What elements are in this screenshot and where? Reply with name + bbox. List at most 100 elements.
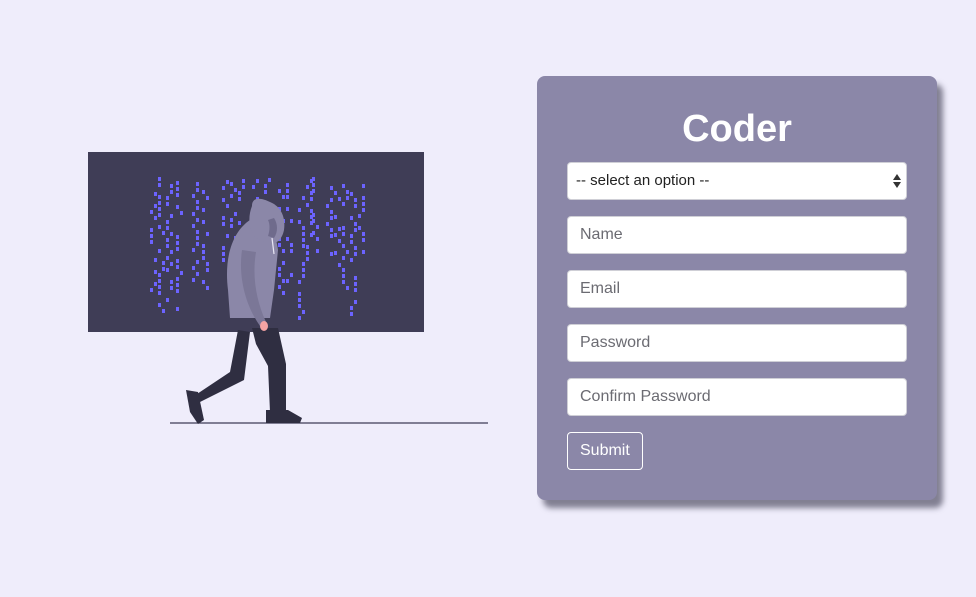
- matrix-glyph: [170, 184, 173, 188]
- matrix-glyph: [158, 195, 161, 199]
- matrix-glyph: [290, 273, 293, 277]
- matrix-glyph: [306, 203, 309, 207]
- matrix-glyph: [316, 237, 319, 241]
- matrix-glyph: [312, 183, 315, 187]
- matrix-glyph: [334, 191, 337, 195]
- matrix-glyph: [170, 250, 173, 254]
- matrix-glyph: [206, 268, 209, 272]
- matrix-glyph: [150, 234, 153, 238]
- name-input[interactable]: [567, 216, 907, 254]
- matrix-glyph: [176, 283, 179, 287]
- matrix-glyph: [192, 212, 195, 216]
- matrix-glyph: [202, 256, 205, 260]
- password-input[interactable]: [567, 324, 907, 362]
- matrix-glyph: [302, 268, 305, 272]
- email-input[interactable]: [567, 270, 907, 308]
- matrix-glyph: [158, 177, 161, 181]
- matrix-glyph: [306, 251, 309, 255]
- matrix-glyph: [338, 197, 341, 201]
- matrix-glyph: [166, 298, 169, 302]
- matrix-glyph: [196, 188, 199, 192]
- matrix-glyph: [196, 206, 199, 210]
- matrix-glyph: [162, 231, 165, 235]
- matrix-glyph: [282, 249, 285, 253]
- matrix-glyph: [176, 289, 179, 293]
- matrix-glyph: [334, 233, 337, 237]
- matrix-glyph: [206, 262, 209, 266]
- matrix-glyph: [202, 208, 205, 212]
- matrix-glyph: [154, 282, 157, 286]
- matrix-glyph: [158, 291, 161, 295]
- matrix-glyph: [268, 178, 271, 182]
- matrix-glyph: [354, 222, 357, 226]
- matrix-glyph: [350, 192, 353, 196]
- matrix-glyph: [176, 247, 179, 251]
- matrix-glyph: [196, 260, 199, 264]
- matrix-glyph: [312, 219, 315, 223]
- matrix-glyph: [282, 291, 285, 295]
- matrix-glyph: [202, 250, 205, 254]
- matrix-glyph: [302, 226, 305, 230]
- matrix-glyph: [238, 197, 241, 201]
- matrix-glyph: [362, 196, 365, 200]
- matrix-glyph: [342, 256, 345, 260]
- matrix-glyph: [342, 244, 345, 248]
- matrix-glyph: [162, 261, 165, 265]
- matrix-glyph: [350, 312, 353, 316]
- matrix-glyph: [312, 213, 315, 217]
- signup-card: Coder -- select an option -- Submit: [537, 76, 937, 500]
- matrix-glyph: [230, 194, 233, 198]
- submit-button[interactable]: Submit: [567, 432, 643, 470]
- matrix-glyph: [298, 304, 301, 308]
- matrix-glyph: [158, 183, 161, 187]
- form-title: Coder: [682, 108, 792, 150]
- matrix-glyph: [158, 249, 161, 253]
- matrix-glyph: [286, 183, 289, 187]
- matrix-glyph: [206, 196, 209, 200]
- matrix-glyph: [334, 215, 337, 219]
- matrix-glyph: [230, 182, 233, 186]
- confirm-password-input[interactable]: [567, 378, 907, 416]
- matrix-glyph: [354, 246, 357, 250]
- matrix-glyph: [302, 310, 305, 314]
- matrix-glyph: [286, 189, 289, 193]
- matrix-glyph: [158, 207, 161, 211]
- matrix-glyph: [362, 232, 365, 236]
- matrix-glyph: [230, 218, 233, 222]
- matrix-glyph: [170, 286, 173, 290]
- matrix-glyph: [256, 179, 259, 183]
- matrix-glyph: [202, 280, 205, 284]
- matrix-glyph: [154, 192, 157, 196]
- matrix-glyph: [278, 189, 281, 193]
- matrix-glyph: [286, 207, 289, 211]
- matrix-glyph: [342, 184, 345, 188]
- matrix-glyph: [176, 193, 179, 197]
- matrix-glyph: [264, 190, 267, 194]
- matrix-glyph: [180, 211, 183, 215]
- role-select[interactable]: -- select an option --: [567, 162, 907, 200]
- matrix-glyph: [176, 277, 179, 281]
- matrix-glyph: [302, 274, 305, 278]
- matrix-glyph: [350, 234, 353, 238]
- matrix-glyph: [358, 226, 361, 230]
- matrix-glyph: [170, 214, 173, 218]
- matrix-glyph: [226, 234, 229, 238]
- matrix-glyph: [278, 285, 281, 289]
- matrix-glyph: [206, 232, 209, 236]
- matrix-glyph: [150, 228, 153, 232]
- matrix-glyph: [298, 220, 301, 224]
- matrix-glyph: [354, 228, 357, 232]
- matrix-glyph: [222, 246, 225, 250]
- matrix-glyph: [170, 262, 173, 266]
- matrix-glyph: [180, 271, 183, 275]
- matrix-glyph: [342, 232, 345, 236]
- role-select-value: -- select an option --: [576, 172, 710, 189]
- matrix-glyph: [176, 181, 179, 185]
- matrix-glyph: [342, 202, 345, 206]
- matrix-glyph: [166, 238, 169, 242]
- matrix-glyph: [158, 225, 161, 229]
- matrix-glyph: [302, 238, 305, 242]
- matrix-glyph: [286, 237, 289, 241]
- matrix-glyph: [290, 219, 293, 223]
- matrix-glyph: [298, 280, 301, 284]
